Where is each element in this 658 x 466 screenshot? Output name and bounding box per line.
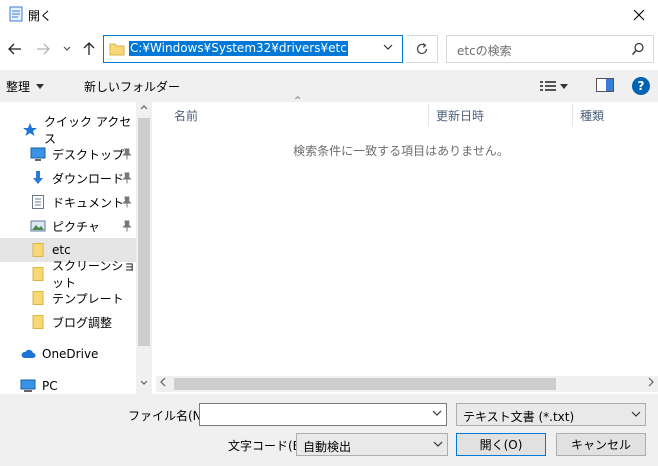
chevron-down-icon (631, 411, 641, 417)
organize-label: 整理 (6, 80, 31, 94)
arrow-right-icon (37, 43, 50, 55)
search-placeholder: etcの検索 (457, 44, 512, 58)
desktop-icon (30, 147, 46, 161)
help-icon: ? (637, 79, 645, 93)
forward-button[interactable] (32, 37, 54, 61)
back-button[interactable] (4, 37, 26, 61)
cancel-button[interactable]: キャンセル (556, 433, 646, 456)
navigation-pane: クイック アクセス デスクトップ ダウンロード ドキュメント ピクチャ etc … (0, 102, 152, 394)
search-input[interactable]: etcの検索 (446, 35, 654, 63)
computer-icon (20, 379, 36, 392)
sidebar-item-templates[interactable]: テンプレート (0, 286, 136, 310)
pin-icon (122, 196, 132, 208)
close-button[interactable] (620, 0, 658, 30)
details-view-icon (540, 81, 556, 91)
filetype-select[interactable]: テキスト文書 (*.txt) (456, 403, 646, 426)
sidebar-item-label: ブログ調整 (52, 315, 113, 330)
sidebar-item-documents[interactable]: ドキュメント (0, 190, 136, 214)
search-icon (631, 42, 645, 56)
sidebar-item-blog[interactable]: ブログ調整 (0, 310, 136, 334)
sidebar-item-label: デスクトップ (52, 147, 125, 162)
caret-down-icon (560, 83, 568, 89)
sidebar-item-label: ピクチャ (52, 219, 100, 234)
encoding-select[interactable]: 自動検出 (296, 433, 448, 456)
sidebar-item-label: ドキュメント (52, 195, 125, 210)
sidebar-item-desktop[interactable]: デスクトップ (0, 142, 136, 166)
address-dropdown-button[interactable] (382, 43, 396, 55)
arrow-left-icon (8, 43, 21, 55)
column-divider[interactable] (428, 104, 429, 126)
empty-list-message: 検索条件に一致する項目はありません。 (293, 144, 509, 158)
filetype-value: テキスト文書 (*.txt) (463, 410, 575, 424)
sidebar-item-label: OneDrive (42, 347, 99, 361)
chevron-down-icon (63, 46, 71, 51)
pin-icon (122, 148, 132, 160)
folder-icon (32, 315, 44, 329)
sidebar-item-downloads[interactable]: ダウンロード (0, 166, 136, 190)
chevron-down-icon (433, 441, 443, 447)
help-button[interactable]: ? (632, 77, 650, 95)
navigation-scrollbar-thumb[interactable] (138, 118, 150, 346)
chevron-down-icon (383, 44, 393, 50)
cloud-icon (21, 349, 36, 358)
filename-input[interactable] (199, 403, 447, 426)
change-view-button[interactable] (540, 78, 576, 94)
organize-button[interactable]: 整理 (6, 78, 45, 95)
preview-pane-button[interactable] (596, 78, 614, 94)
address-bar[interactable]: C:¥Windows¥System32¥drivers¥etc (103, 35, 403, 63)
window-title: 開く (28, 9, 53, 23)
chevron-down-icon[interactable] (140, 380, 148, 386)
sidebar-item-pc[interactable]: PC (0, 374, 136, 394)
document-icon (32, 195, 44, 209)
address-path[interactable]: C:¥Windows¥System32¥drivers¥etc (129, 41, 348, 56)
pin-icon (122, 220, 132, 232)
sidebar-item-quick-access[interactable]: クイック アクセス (0, 115, 136, 146)
arrow-up-icon (83, 42, 95, 55)
star-icon (23, 123, 37, 136)
sidebar-item-pictures[interactable]: ピクチャ (0, 214, 136, 238)
recent-locations-button[interactable] (60, 37, 74, 61)
column-divider[interactable] (572, 104, 573, 126)
refresh-button[interactable] (406, 35, 438, 63)
column-header: 名前 更新日時 種類 (156, 102, 658, 126)
chevron-right-icon[interactable] (648, 377, 654, 387)
chevron-down-icon[interactable] (432, 410, 442, 416)
sidebar-item-label: ダウンロード (52, 171, 125, 186)
folder-icon (32, 243, 44, 257)
sidebar-item-onedrive[interactable]: OneDrive (0, 342, 136, 366)
encoding-value: 自動検出 (303, 440, 352, 454)
chevron-up-icon[interactable] (140, 104, 148, 110)
sidebar-item-label: テンプレート (52, 291, 124, 306)
sidebar-item-label: PC (42, 379, 58, 393)
folder-icon (109, 41, 125, 57)
sidebar-item-label: etc (52, 243, 71, 257)
horizontal-scrollbar-thumb[interactable] (174, 378, 556, 390)
new-folder-button[interactable]: 新しいフォルダー (84, 78, 180, 95)
caret-down-icon (36, 84, 45, 89)
title-bar: 開く (0, 0, 658, 30)
column-modified[interactable]: 更新日時 (436, 107, 484, 124)
close-icon (633, 9, 645, 21)
notepad-icon (8, 6, 24, 22)
download-icon (33, 171, 43, 184)
pin-icon (122, 172, 132, 184)
open-button[interactable]: 開く(O) (456, 433, 546, 456)
column-type[interactable]: 種類 (580, 107, 604, 124)
refresh-icon (416, 43, 427, 55)
folder-icon (32, 267, 44, 281)
picture-icon (30, 220, 46, 232)
chevron-left-icon[interactable] (160, 377, 166, 387)
column-name[interactable]: 名前 (174, 107, 198, 124)
up-button[interactable] (78, 37, 100, 61)
folder-icon (32, 291, 44, 305)
command-bar: 整理 新しいフォルダー ? (0, 70, 658, 102)
preview-pane-icon (596, 78, 614, 92)
sidebar-item-screenshots[interactable]: スクリーンショット (0, 259, 136, 290)
